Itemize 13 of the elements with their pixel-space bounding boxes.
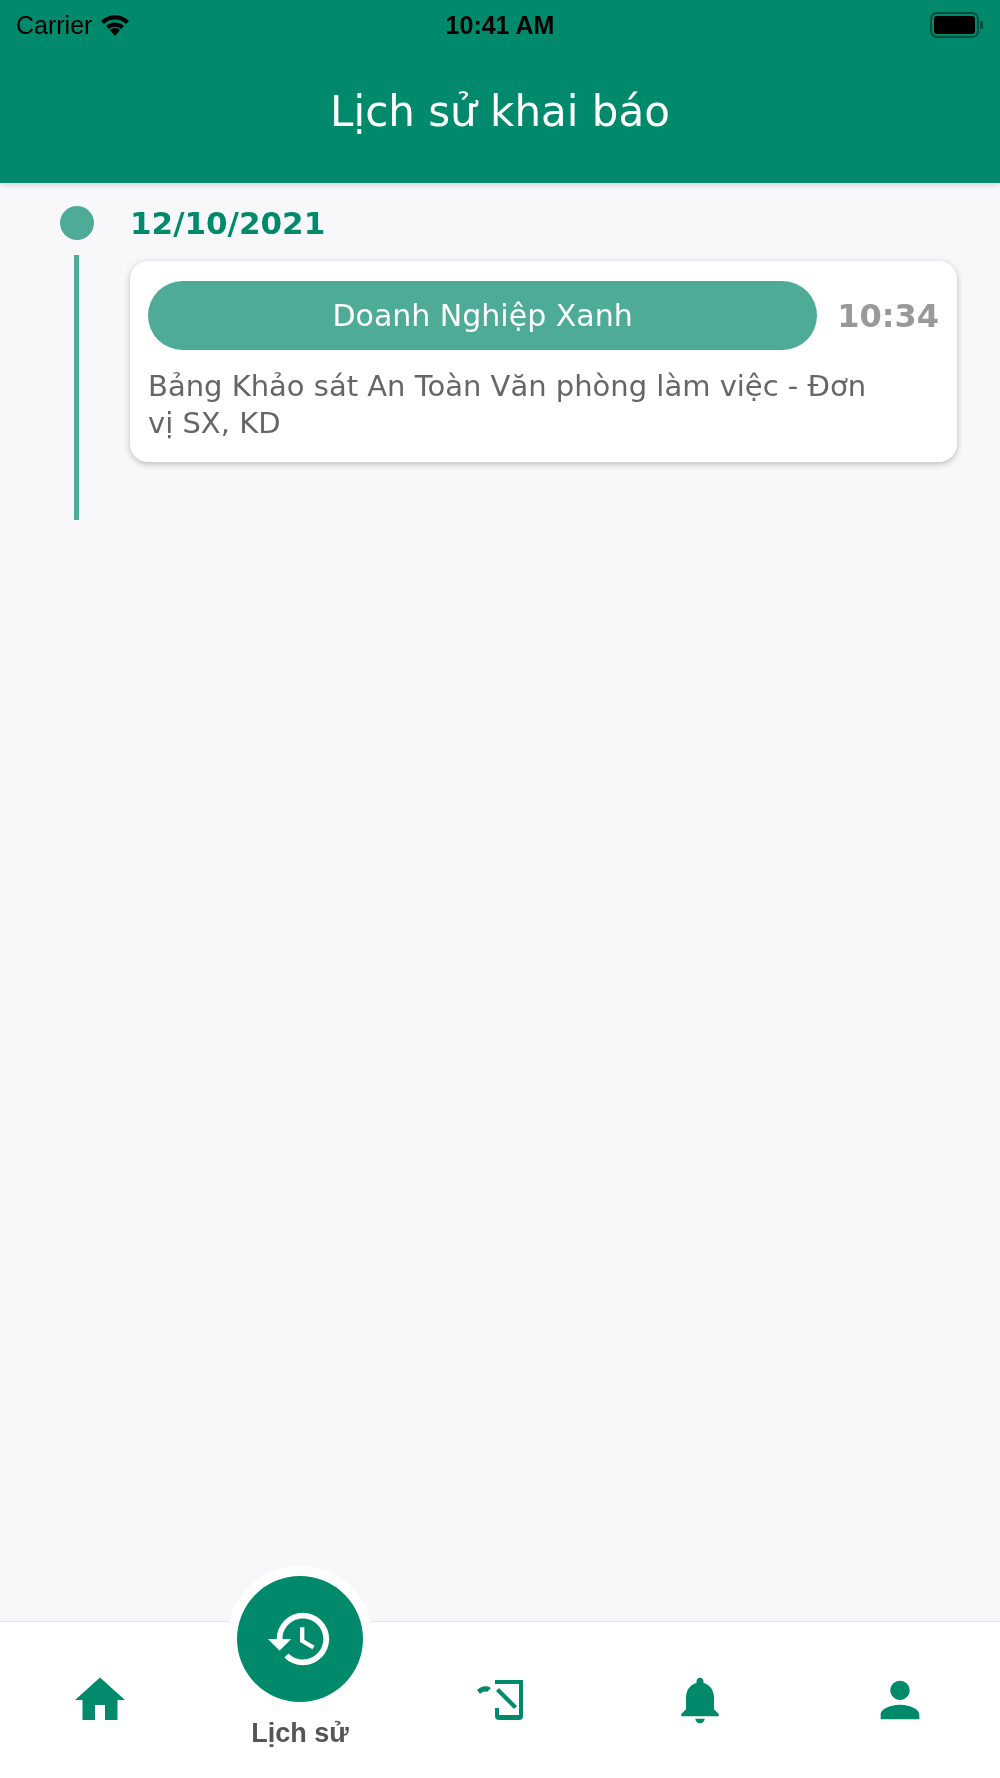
history-card[interactable]: Doanh Nghiệp Xanh 10:34 Bảng Khảo sát An Toàn Văn phòng làm việc - Đơn vị SX, KD xyxy=(130,261,957,462)
screen-title: Lịch sử khai báo xyxy=(329,86,671,138)
battery-icon xyxy=(930,12,984,38)
entry-description: Bảng Khảo sát An Toàn Văn phòng làm việc - Đơn vị SX, KD xyxy=(148,368,868,442)
carrier-label: Carrier xyxy=(16,10,93,40)
status-time: 10:41 AM xyxy=(445,10,555,40)
tab-label: Lịch sử xyxy=(251,1718,349,1749)
entry-time: 10:34 xyxy=(837,296,939,335)
timeline-dot xyxy=(60,206,94,240)
category-tag: Doanh Nghiệp Xanh xyxy=(148,281,818,350)
wifi-icon xyxy=(100,14,131,36)
document-edit-icon xyxy=(475,1678,525,1722)
date-heading: 12/10/2021 xyxy=(130,205,326,241)
